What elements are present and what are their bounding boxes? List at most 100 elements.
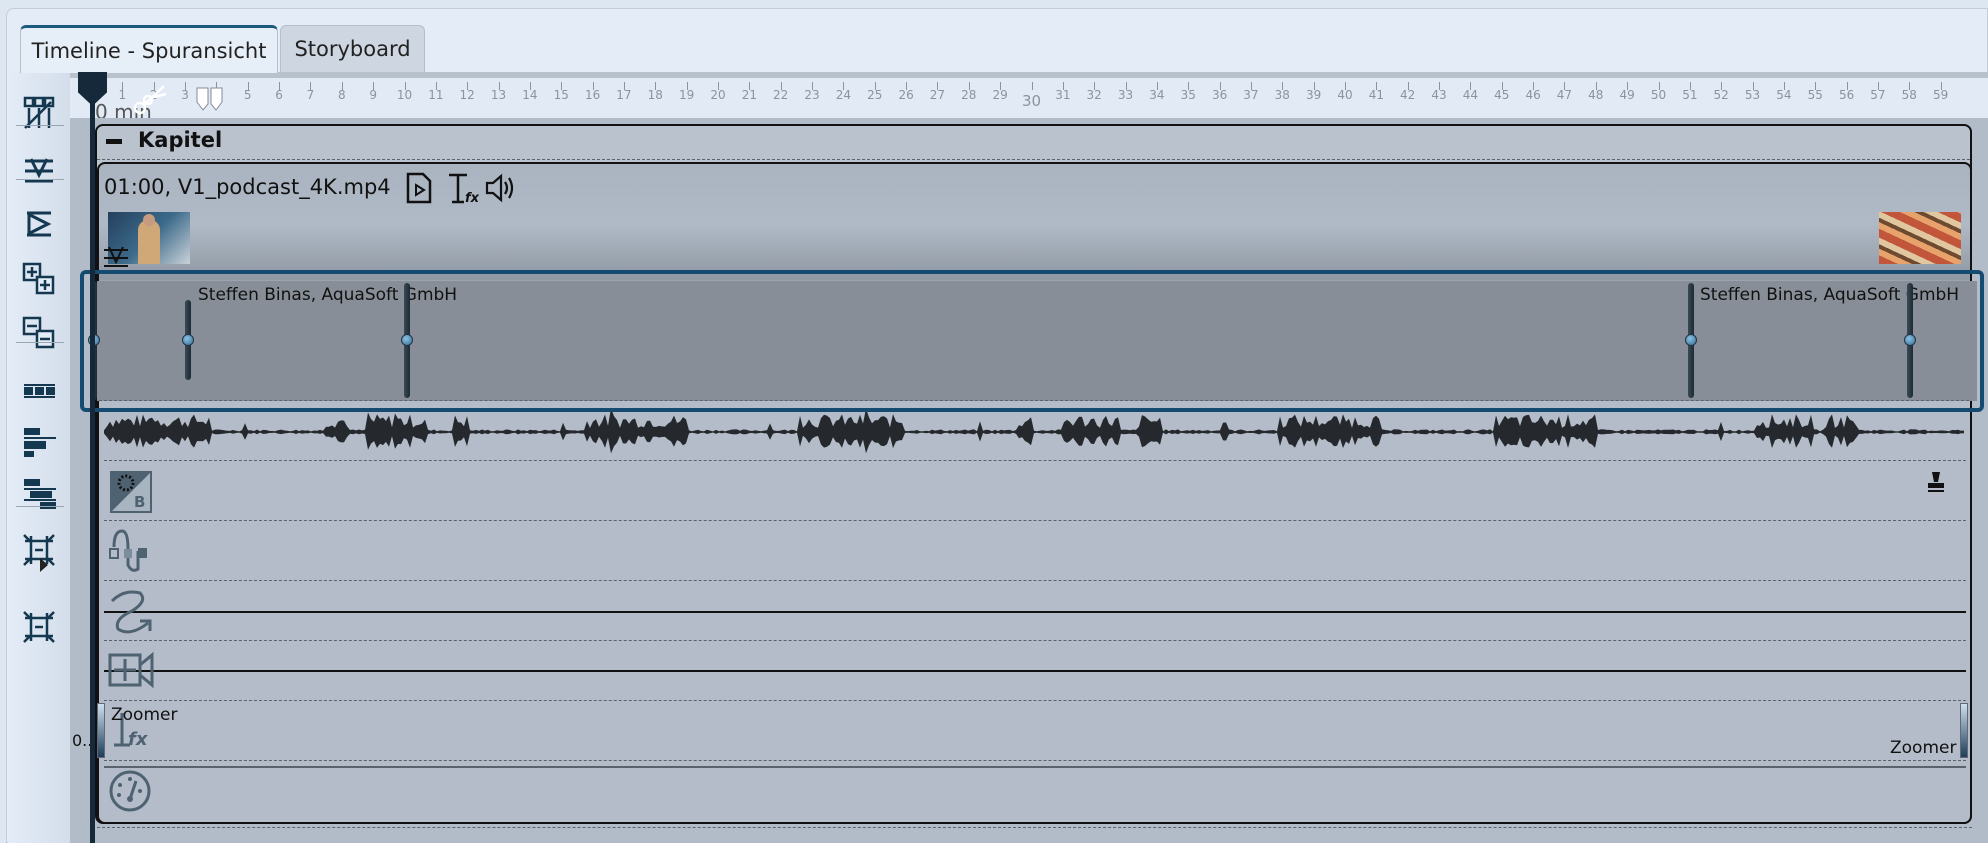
left-toolbar (8, 72, 70, 843)
ruler-tick-label: 57 (1870, 88, 1886, 102)
ruler-tick-label: 20 (710, 88, 726, 102)
motion-path-line (104, 611, 1966, 613)
ruler-tick-label: 27 (929, 88, 946, 102)
collapse-icon[interactable] (106, 139, 122, 144)
ruler-tick-label: 41 (1368, 88, 1384, 102)
svg-text:B: B (134, 493, 145, 511)
clip-thumbnail-end (1879, 212, 1961, 264)
filmstrip-icon[interactable] (22, 374, 56, 408)
ruler-tick-label: 9 (369, 88, 377, 102)
ruler-tick-label: 51 (1682, 88, 1698, 102)
ruler-tick-label: 19 (679, 88, 695, 102)
ruler-tick-label: 56 (1838, 88, 1855, 102)
ruler-tick-label: 12 (459, 88, 475, 102)
ruler-tick-label: 34 (1149, 88, 1165, 102)
ruler-tick-label: 24 (835, 88, 852, 102)
brightness-contrast-icon[interactable]: B (108, 469, 154, 515)
insert-marker-icon (104, 246, 128, 267)
playhead-line[interactable] (90, 78, 95, 843)
speed-gauge-icon[interactable] (108, 769, 154, 815)
ruler-tick-label: 8 (337, 88, 346, 102)
video-file-icon[interactable] (405, 172, 433, 204)
collapse-all-icon[interactable] (22, 316, 56, 350)
ruler-tick-label: 33 (1117, 88, 1134, 102)
divider (104, 520, 1966, 521)
ruler-tick (1031, 82, 1033, 90)
selection-frame (80, 270, 1984, 412)
ruler-tick-label: 36 (1211, 88, 1228, 102)
toolbar-separator (16, 342, 64, 343)
expand-arrow-icon[interactable] (40, 558, 48, 572)
scissors-icon[interactable] (130, 78, 170, 118)
text-effect-icon[interactable]: fx (447, 172, 479, 206)
time-ruler[interactable]: 1234567891011121314151617181920212223242… (70, 78, 1988, 123)
toolbar-separator (16, 125, 64, 126)
tab-storyboard[interactable]: Storyboard (280, 25, 425, 72)
stamp-icon[interactable] (1926, 470, 1946, 494)
ruler-tick-label: 40 (1337, 88, 1353, 102)
ruler-tick-label: 31 (1055, 88, 1071, 102)
ruler-tick-label: 58 (1901, 88, 1917, 102)
ruler-tick-label: 39 (1306, 88, 1322, 102)
ruler-tick-label: 25 (867, 88, 883, 102)
svg-text:fx: fx (465, 191, 479, 206)
video-clip[interactable] (97, 162, 1972, 824)
divider (104, 700, 1966, 701)
divider (104, 460, 1966, 461)
audio-waveform (104, 408, 1964, 454)
ruler-tick-label: 18 (647, 88, 663, 102)
ruler-tick-label: 6 (275, 88, 283, 102)
ruler-tick-label: 37 (1243, 88, 1259, 102)
ruler-tick-label: 45 (1494, 88, 1510, 102)
ruler-tick-label: 52 (1713, 88, 1729, 102)
ruler-tick-label: 48 (1588, 88, 1604, 102)
clip-title: 01:00, V1_podcast_4K.mp4 (104, 175, 391, 199)
ruler-tick-label: 54 (1776, 88, 1792, 102)
ruler-tick-label: 55 (1807, 88, 1823, 102)
ruler-tick-label: 29 (992, 88, 1008, 102)
align-icon[interactable] (22, 207, 56, 241)
waveform-shape (104, 408, 1964, 454)
toolbar-separator (16, 506, 64, 507)
speaker-icon[interactable] (484, 173, 516, 203)
expand-all-icon[interactable] (22, 262, 56, 296)
camera-path-line (104, 670, 1966, 672)
ruler-tick-label: 22 (773, 88, 789, 102)
svg-text:fx: fx (128, 729, 149, 750)
toolbar-separator (16, 179, 64, 180)
ruler-tick-label: 21 (741, 88, 757, 102)
ruler-tick-label: 47 (1556, 88, 1573, 102)
ruler-tick-label: 14 (522, 88, 538, 102)
tab-timeline[interactable]: Timeline - Spuransicht (20, 25, 278, 73)
motion-path-icon[interactable] (108, 589, 154, 635)
insert-marker-icon[interactable] (22, 153, 56, 187)
divider (97, 827, 1972, 828)
ruler-tick-label: 7 (306, 88, 315, 102)
ruler-tick-label: 53 (1744, 88, 1761, 102)
ruler-tick-label: 49 (1619, 88, 1635, 102)
zoomer-handle-start[interactable] (97, 703, 105, 758)
ruler-tick-label: 50 (1650, 88, 1667, 102)
ruler-tick-label: 5 (243, 88, 252, 102)
keyframe-curve-icon[interactable] (108, 529, 154, 575)
ruler-tick-label: 23 (804, 88, 820, 102)
ruler-tick-label: 10 (396, 88, 413, 102)
ruler-tick-label: 15 (553, 88, 569, 102)
zoomer-handle-end[interactable] (1960, 703, 1968, 758)
camera-move-icon[interactable] (108, 649, 154, 695)
chapter-title: Kapitel (138, 128, 223, 152)
fit-compress-icon[interactable] (22, 533, 56, 567)
divider (104, 580, 1966, 581)
ruler-tick-label: 3 (181, 88, 189, 102)
ruler-tick-label: 32 (1086, 88, 1102, 102)
ruler-tick-label: 35 (1180, 88, 1196, 102)
ruler-tick-label: 59 (1933, 88, 1949, 102)
zoomer-label-end: Zoomer (1890, 738, 1957, 758)
ruler-tick-label: 13 (490, 88, 507, 102)
align-left-icon[interactable] (22, 426, 56, 460)
ruler-tick-label: 43 (1431, 88, 1447, 102)
fit-expand-icon[interactable] (22, 610, 56, 644)
marker-icon[interactable] (195, 86, 225, 112)
divider (104, 766, 1966, 768)
zoomer-label-start: Zoomer (111, 705, 178, 725)
